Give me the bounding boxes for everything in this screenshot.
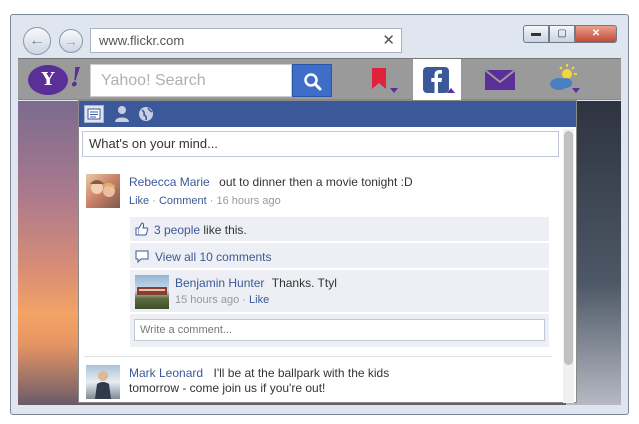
view-comments-row[interactable]: View all 10 comments (130, 243, 549, 269)
globe-icon (139, 107, 153, 121)
post-text-continued: tomorrow - come join us if you're out! (129, 381, 326, 395)
yahoo-logo-exclaim: ! (70, 63, 82, 93)
tab-news-feed[interactable] (84, 105, 104, 123)
avatar[interactable] (86, 174, 120, 208)
comment-link[interactable]: Comment (159, 195, 207, 207)
comment-body: Benjamin Hunter Thanks. Ttyl (175, 276, 337, 290)
tab-friends[interactable] (112, 105, 132, 123)
comment-meta: 15 hours ago · Like (175, 294, 269, 306)
facebook-panel: What's on your mind... Rebecca Marie out… (78, 100, 577, 403)
facebook-button[interactable] (413, 59, 461, 101)
likes-count-link[interactable]: 3 people (154, 223, 200, 237)
minimize-button[interactable]: ▬ (523, 25, 549, 43)
comment-like-link[interactable]: Like (249, 294, 269, 306)
chevron-up-icon (447, 88, 455, 93)
forward-button[interactable]: → (59, 29, 83, 53)
view-all-comments-link[interactable]: View all 10 comments (155, 250, 272, 264)
yahoo-toolbar: Y ! Yahoo! Search (18, 58, 621, 101)
search-button[interactable] (292, 64, 332, 97)
avatar-photo (90, 180, 116, 197)
facebook-tab-bar (79, 101, 576, 127)
back-button[interactable]: ← (23, 27, 51, 55)
weather-button[interactable] (538, 59, 586, 101)
bookmark-button[interactable] (356, 59, 404, 101)
address-text: www.flickr.com (99, 33, 185, 48)
post-author[interactable]: Rebecca Marie (129, 175, 210, 189)
post-text: out to dinner then a movie tonight :D (219, 175, 413, 189)
meta-separator: · (209, 195, 214, 207)
weather-icon (550, 64, 577, 90)
like-link[interactable]: Like (129, 195, 149, 207)
feed-scrollbar[interactable] (563, 129, 574, 403)
back-arrow-icon: ← (29, 32, 45, 49)
comment-text: Thanks. Ttyl (271, 276, 337, 290)
comment-item: Benjamin Hunter Thanks. Ttyl 15 hours ag… (130, 270, 549, 313)
meta-separator: · (242, 294, 246, 306)
post-header: Mark Leonard I'll be at the ballpark wit… (129, 364, 389, 382)
comment-author[interactable]: Benjamin Hunter (175, 276, 264, 290)
facebook-icon (423, 67, 449, 93)
news-feed-icon (87, 108, 101, 120)
close-button[interactable]: ✕ (575, 25, 617, 43)
post-meta: Like · Comment · 16 hours ago (129, 195, 281, 207)
avatar-photo (95, 371, 111, 399)
status-update-input[interactable]: What's on your mind... (82, 131, 559, 157)
post-timestamp: 16 hours ago (216, 195, 281, 207)
chevron-down-icon (572, 88, 580, 93)
thumbs-up-icon (135, 222, 149, 236)
post-divider (84, 356, 552, 357)
forward-arrow-icon: → (64, 33, 78, 49)
yahoo-search-input[interactable]: Yahoo! Search (90, 64, 292, 97)
title-bar: ← → www.flickr.com ✕ ▬ ▢ ✕ (11, 15, 628, 57)
bookmark-icon (372, 68, 386, 89)
write-comment-row: Write a comment... (130, 314, 549, 347)
avatar[interactable] (135, 275, 169, 309)
likes-text: like this. (203, 223, 247, 237)
clear-address-icon[interactable]: ✕ (382, 29, 395, 52)
post-author[interactable]: Mark Leonard (129, 366, 203, 380)
avatar[interactable] (86, 365, 120, 399)
maximize-button[interactable]: ▢ (549, 25, 575, 43)
meta-separator: · (152, 195, 156, 207)
chevron-down-icon (390, 88, 398, 93)
comment-icon (135, 250, 149, 263)
mail-icon (484, 69, 516, 90)
person-icon (115, 106, 129, 122)
likes-row: 3 people like this. (130, 217, 549, 242)
post-text: I'll be at the ballpark with the kids (213, 366, 390, 380)
tab-notifications[interactable] (136, 105, 156, 123)
likes-summary: 3 people like this. (154, 223, 247, 237)
search-icon (304, 73, 322, 91)
mail-button[interactable] (476, 59, 524, 101)
scrollbar-thumb[interactable] (564, 131, 573, 365)
write-comment-input[interactable]: Write a comment... (134, 319, 545, 341)
address-bar[interactable]: www.flickr.com ✕ (90, 28, 402, 53)
yahoo-logo[interactable]: Y (28, 65, 68, 95)
post-header: Rebecca Marie out to dinner then a movie… (129, 173, 413, 191)
avatar-photo (137, 287, 167, 295)
comment-timestamp: 15 hours ago (175, 294, 240, 306)
